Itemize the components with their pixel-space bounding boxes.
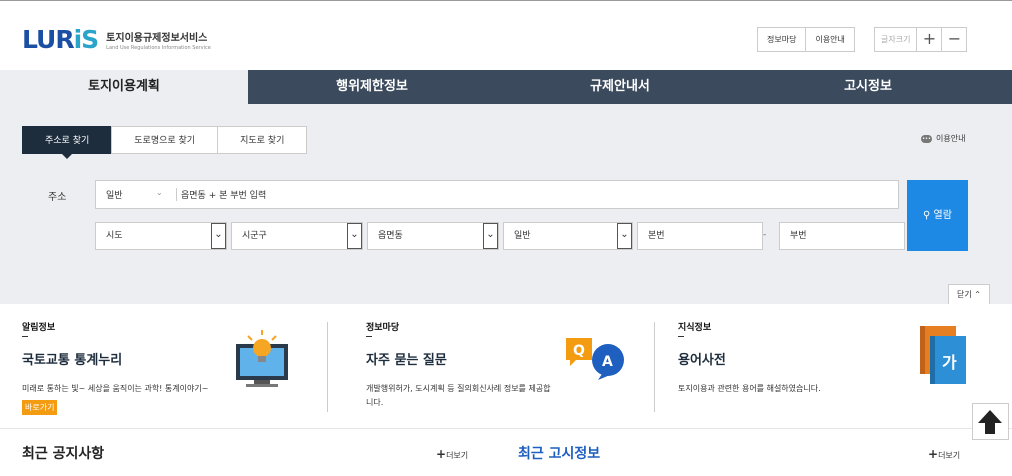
number-dash: - — [763, 230, 767, 240]
chevron-up-icon: ⌃ — [974, 290, 981, 299]
announcements-more-link[interactable]: +더보기 — [928, 447, 960, 461]
notices-more-link[interactable]: +더보기 — [436, 447, 468, 461]
divider — [327, 322, 328, 412]
top-nav: 정보마당 이용안내 — [757, 27, 855, 52]
scroll-to-top-button[interactable] — [972, 403, 1009, 440]
announcements-more-label: 더보기 — [938, 451, 961, 460]
divider — [678, 336, 684, 337]
qa-bubbles-icon: Q A — [566, 338, 624, 380]
dictionary-books-icon: 가 — [920, 326, 966, 384]
view-button[interactable]: ⚲ 열람 — [907, 180, 968, 251]
glossary-headline[interactable]: 용어사전 — [678, 349, 938, 368]
font-decrease-button[interactable]: − — [941, 27, 968, 52]
sido-select-value: 시도 — [106, 231, 123, 241]
tab-search-by-address[interactable]: 주소로 찾기 — [22, 126, 113, 159]
close-panel-button[interactable]: 닫기 ⌃ — [948, 284, 990, 304]
site-header: LURiS 토지이용규제정보서비스 Land Use Regulations I… — [0, 0, 1012, 70]
address-search-input[interactable]: 읍면동 + 본 부번 입력 — [177, 188, 266, 201]
sigungu-select[interactable]: 시군구 ⌄ — [231, 222, 363, 250]
site-logo[interactable]: LURiS 토지이용규제정보서비스 Land Use Regulations I… — [22, 25, 211, 54]
logo-title: 토지이용규제정보서비스 — [106, 32, 208, 44]
font-size-label: 글자크기 — [874, 27, 918, 52]
land-type-select-value: 일반 — [514, 231, 531, 241]
logo-text: 토지이용규제정보서비스 Land Use Regulations Informa… — [106, 29, 211, 51]
monitor-lightbulb-icon — [236, 330, 288, 387]
search-sub-tabs: 주소로 찾기 도로명으로 찾기 지도로 찾기 — [22, 126, 308, 159]
logo-mark: LURiS — [22, 25, 99, 54]
faq-desc: 개발행위허가, 도시계획 등 질의회신사례 정보를 제공합니다. — [366, 384, 551, 407]
font-size-control: 글자크기 + − — [874, 27, 968, 52]
chevron-down-icon: ⌄ — [156, 188, 163, 197]
tab-notice-info[interactable]: 고시정보 — [744, 70, 992, 104]
tab-land-use-plan[interactable]: 토지이용계획 — [0, 70, 248, 104]
view-button-label: 열람 — [933, 210, 952, 221]
land-type-select[interactable]: 일반 ⌄ — [503, 222, 633, 250]
sub-number-input[interactable]: 부번 — [779, 222, 905, 250]
book-glyph: 가 — [942, 353, 957, 372]
eupmyeondong-select-value: 읍면동 — [378, 231, 403, 241]
plus-icon: + — [928, 447, 939, 461]
knowledge-section-title: 지식정보 — [678, 323, 712, 333]
eupmyeondong-select[interactable]: 읍면동 ⌄ — [367, 222, 499, 250]
chevron-down-icon: ⌄ — [211, 223, 226, 249]
chevron-down-icon: ⌄ — [617, 223, 632, 249]
address-label: 주소 — [48, 192, 67, 203]
notices-more-label: 더보기 — [446, 451, 469, 460]
info-board-link[interactable]: 정보마당 — [757, 27, 807, 52]
glossary-desc: 토지이용과 관련한 용어를 해설하였습니다. — [678, 384, 821, 393]
tab-search-by-map[interactable]: 지도로 찾기 — [217, 126, 308, 154]
font-increase-button[interactable]: + — [916, 27, 943, 52]
divider — [654, 322, 655, 412]
usage-help-label: 이용안내 — [936, 134, 966, 143]
usage-guide-link[interactable]: 이용안내 — [805, 27, 855, 52]
qa-q-glyph: Q — [573, 343, 585, 359]
close-panel-label: 닫기 — [957, 290, 972, 299]
recent-announcements-title[interactable]: 최근 고시정보 — [518, 443, 600, 463]
search-panel: 주소로 찾기 도로명으로 찾기 지도로 찾기 ••• 이용안내 주소 일반 ⌄ … — [0, 104, 1012, 304]
qa-a-glyph: A — [602, 354, 613, 370]
knowledge-section: 지식정보 용어사전 토지이용과 관련한 용어를 해설하였습니다. — [678, 320, 938, 396]
go-button[interactable]: 바로가기 — [22, 400, 58, 415]
tab-action-restriction[interactable]: 행위제한정보 — [248, 70, 496, 104]
address-type-select[interactable]: 일반 ⌄ — [96, 188, 176, 201]
chevron-down-icon: ⌄ — [347, 223, 362, 249]
address-type-value: 일반 — [106, 191, 123, 201]
plus-icon: + — [436, 447, 447, 461]
logo-subtitle: Land Use Regulations Information Service — [106, 44, 211, 51]
address-select-row: 시도 ⌄ 시군구 ⌄ 읍면동 ⌄ 일반 ⌄ 본번 부번 — [95, 222, 905, 250]
main-tabs: 토지이용계획 행위제한정보 규제안내서 고시정보 — [0, 70, 1012, 104]
bottom-bar: 최근 공지사항 +더보기 최근 고시정보 +더보기 — [0, 428, 1012, 476]
search-icon: ⚲ — [923, 210, 931, 221]
divider — [366, 336, 372, 337]
sido-select[interactable]: 시도 ⌄ — [95, 222, 227, 250]
tab-regulation-guide[interactable]: 규제안내서 — [496, 70, 744, 104]
board-section-title: 정보마당 — [366, 323, 400, 333]
tab-search-by-road[interactable]: 도로명으로 찾기 — [111, 126, 219, 154]
chevron-down-icon: ⌄ — [483, 223, 498, 249]
sigungu-select-value: 시군구 — [242, 231, 267, 241]
address-input-row[interactable]: 일반 ⌄ 읍면동 + 본 부번 입력 — [95, 180, 899, 209]
main-number-input[interactable]: 본번 — [637, 222, 763, 250]
arrow-up-icon — [978, 410, 1002, 434]
divider — [22, 336, 28, 337]
usage-help-link[interactable]: ••• 이용안내 — [921, 133, 965, 144]
speech-bubble-icon: ••• — [921, 134, 932, 143]
recent-notices-title[interactable]: 최근 공지사항 — [22, 443, 104, 463]
